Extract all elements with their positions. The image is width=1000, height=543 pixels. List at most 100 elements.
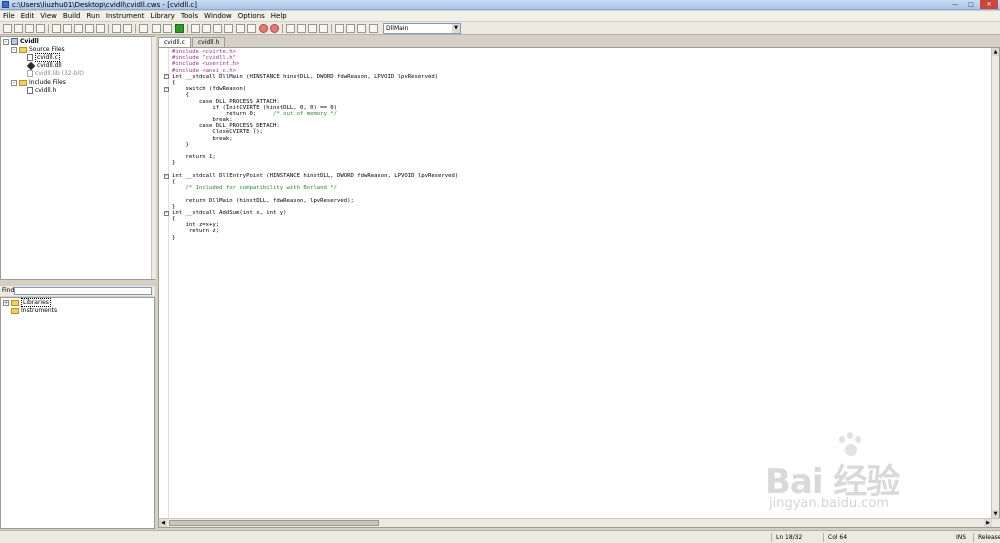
function-icon[interactable] (369, 24, 378, 33)
status-column: Col 64 (823, 533, 847, 542)
menu-tools[interactable]: Tools (181, 11, 198, 21)
tree-item-workspace[interactable]: Cvidll (11, 38, 39, 46)
close-button[interactable]: ✕ (980, 0, 998, 9)
find-icon[interactable] (112, 24, 121, 33)
breakpoint-icon[interactable] (259, 24, 268, 33)
status-line: Ln 18/32 (771, 533, 802, 542)
source-files-label: Source Files (29, 46, 65, 53)
code-area[interactable]: #include <cvirte.h> #include "cvidll.h" … (172, 49, 982, 241)
menu-help[interactable]: Help (271, 11, 287, 21)
menu-instrument[interactable]: Instrument (106, 11, 145, 21)
minimize-button[interactable]: — (948, 0, 962, 9)
menu-options[interactable]: Options (238, 11, 265, 21)
c-file-icon (27, 54, 33, 61)
fold-toggle-icon[interactable]: – (164, 87, 169, 92)
code-text: return 0; (172, 110, 274, 117)
libraries-label: Libraries (21, 298, 51, 307)
next-bookmark-icon[interactable] (346, 24, 355, 33)
open-icon[interactable] (14, 24, 23, 33)
status-bar: Ln 18/32 Col 64 INS Release (155, 530, 1000, 543)
menu-edit[interactable]: Edit (21, 11, 35, 21)
menu-window[interactable]: Window (204, 11, 232, 21)
code-editor[interactable]: – – – – #include <cvirte.h> #include "cv… (158, 47, 1000, 528)
scroll-left-icon[interactable]: ◀ (159, 519, 167, 527)
app-icon (2, 1, 9, 8)
run-icon[interactable] (175, 24, 184, 33)
save-icon[interactable] (25, 24, 34, 33)
status-ins: INS (956, 534, 967, 541)
tree-item-instruments[interactable]: Instruments (11, 307, 57, 315)
tree-scrollbar[interactable] (151, 37, 156, 279)
project-tree-panel: – Cvidll – Source Files cvidll.c cvidll.… (0, 36, 156, 280)
redo-icon[interactable] (96, 24, 105, 33)
status-config: Release (973, 533, 1000, 542)
tree-item-libraries[interactable]: Libraries (11, 298, 51, 307)
code-comment: /* out of memory */ (273, 110, 338, 117)
memory-icon[interactable] (308, 24, 317, 33)
function-select[interactable]: DllMain ▼ (383, 23, 461, 34)
tab-cvidll-c[interactable]: cvidll.c (158, 37, 191, 47)
save-all-icon[interactable] (36, 24, 45, 33)
expand-libraries-icon[interactable]: + (3, 300, 9, 306)
build-icon[interactable] (139, 24, 148, 33)
paste-icon[interactable] (74, 24, 83, 33)
maximize-button[interactable]: □ (964, 0, 978, 9)
fold-toggle-icon[interactable]: – (164, 174, 169, 179)
tree-item-cvidll-h[interactable]: cvidll.h (27, 87, 56, 95)
scroll-right-icon[interactable]: ▶ (984, 519, 992, 527)
toolbar-separator (48, 24, 49, 33)
fold-toggle-icon[interactable]: – (164, 74, 169, 79)
menu-file[interactable]: File (3, 11, 15, 21)
cut-icon[interactable] (52, 24, 61, 33)
toolbar-separator (187, 24, 188, 33)
find-input[interactable] (14, 287, 152, 295)
menu-library[interactable]: Library (150, 11, 174, 21)
tree-item-cvidll-c[interactable]: cvidll.c (27, 53, 60, 62)
step-out-icon[interactable] (213, 24, 222, 33)
menu-view[interactable]: View (40, 11, 57, 21)
fold-toggle-icon[interactable]: – (164, 211, 169, 216)
replace-icon[interactable] (123, 24, 132, 33)
stop-icon[interactable] (152, 24, 161, 33)
watch-icon[interactable] (286, 24, 295, 33)
undo-icon[interactable] (85, 24, 94, 33)
left-status-area (0, 530, 155, 543)
menu-run[interactable]: Run (86, 11, 99, 21)
menu-build[interactable]: Build (63, 11, 81, 21)
pause-icon[interactable] (236, 24, 245, 33)
include-files-label: Include Files (29, 79, 66, 86)
toolbar-separator (108, 24, 109, 33)
editor-tabs: cvidll.c cvidll.h (158, 37, 226, 47)
folder-icon (11, 307, 19, 314)
lib-file-icon (27, 70, 33, 77)
file-label: cvidll.dll (37, 62, 62, 69)
tree-item-include-files[interactable]: Include Files (19, 79, 66, 87)
copy-icon[interactable] (63, 24, 72, 33)
collapse-source-icon[interactable]: – (11, 47, 17, 53)
tree-item-cvidll-lib[interactable]: cvidll.lib (32-bit) (27, 70, 84, 78)
editor-horizontal-scrollbar[interactable]: ◀ ▶ (159, 518, 1000, 527)
scroll-thumb[interactable] (169, 520, 379, 526)
scroll-down-icon[interactable]: ▼ (992, 510, 999, 518)
new-icon[interactable] (3, 24, 12, 33)
variables-icon[interactable] (297, 24, 306, 33)
clear-breakpoints-icon[interactable] (270, 24, 279, 33)
step-into-icon[interactable] (202, 24, 211, 33)
tab-cvidll-h[interactable]: cvidll.h (191, 37, 226, 47)
file-label: cvidll.lib (32-bit) (35, 70, 84, 77)
call-stack-icon[interactable] (319, 24, 328, 33)
collapse-root-icon[interactable]: – (3, 39, 9, 45)
bookmark-icon[interactable] (335, 24, 344, 33)
scroll-up-icon[interactable]: ▲ (992, 48, 999, 56)
continue-icon[interactable] (224, 24, 233, 33)
prev-bookmark-icon[interactable] (357, 24, 366, 33)
window-title: c:\Users\liuzhu01\Desktop\cvidll\cvidll.… (12, 1, 198, 9)
editor-vertical-scrollbar[interactable]: ▲ ▼ (991, 48, 999, 518)
collapse-include-icon[interactable]: – (11, 80, 17, 86)
step-over-icon[interactable] (191, 24, 200, 33)
chevron-down-icon[interactable]: ▼ (452, 24, 460, 33)
terminate-icon[interactable] (247, 24, 256, 33)
folder-icon (19, 79, 27, 86)
compile-icon[interactable] (163, 24, 172, 33)
tree-item-cvidll-dll[interactable]: cvidll.dll (26, 61, 62, 70)
